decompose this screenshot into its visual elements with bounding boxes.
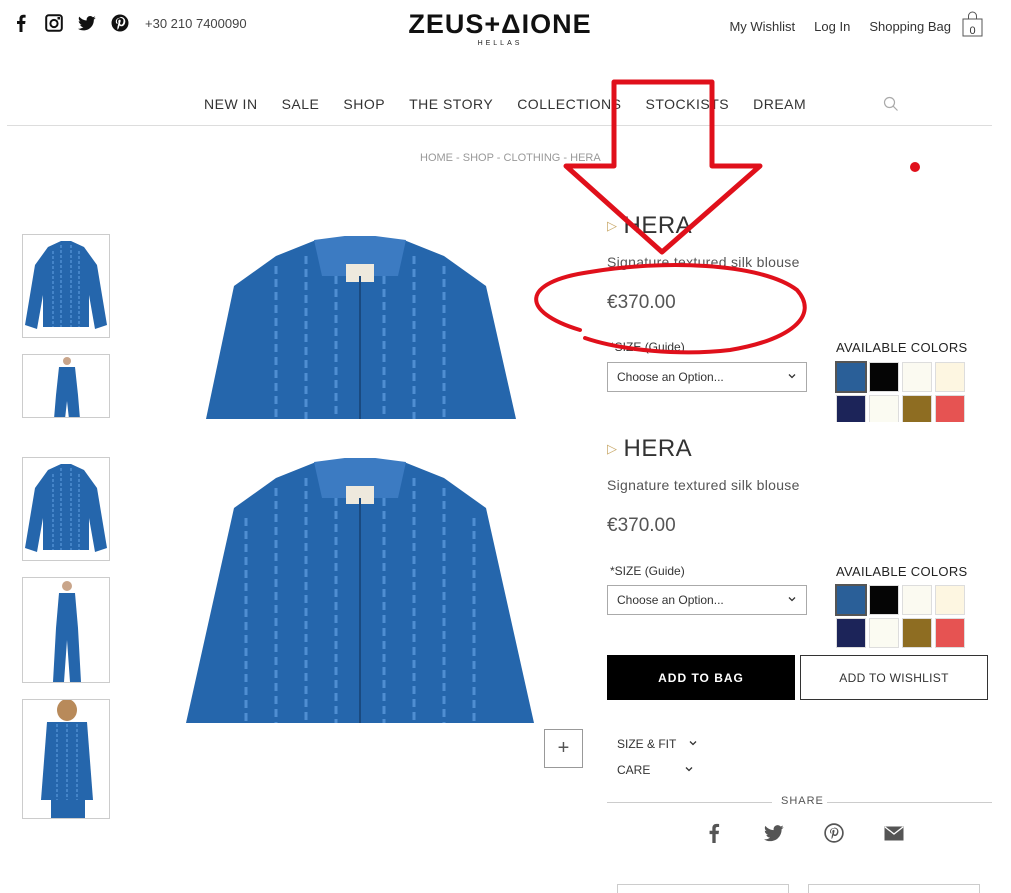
bag-count: 0 [969,25,976,37]
size-label-text: *SIZE [610,564,645,578]
breadcrumb[interactable]: HOME - SHOP - CLOTHING - HERA [420,152,601,164]
size-label: *SIZE (Guide) [610,564,685,578]
size-guide-link[interactable]: (Guide) [645,564,685,578]
main-nav: NEW IN SALE SHOP THE STORY COLLECTIONS S… [204,96,830,112]
color-swatch[interactable] [902,585,932,615]
size-label-upper: *SIZE (Guide) [610,340,685,354]
color-swatch[interactable] [935,362,965,392]
share-icons [701,820,941,846]
accordion-care[interactable]: CARE [617,763,694,777]
size-select-value: Choose an Option... [617,370,724,384]
logo-wordmark: ZEUS+ΔIONE [408,9,592,39]
email-icon[interactable] [881,820,907,846]
nav-item-shop[interactable]: SHOP [343,96,385,112]
play-triangle-icon: ▷ [607,218,618,233]
product-title-text: HERA [623,435,693,462]
social-links: +30 210 7400090 [10,13,247,33]
add-to-wishlist-button[interactable]: ADD TO WISHLIST [800,655,988,700]
product-title-text: HERA [623,212,693,239]
product-description: Signature textured silk blouse [607,477,800,493]
phone-number[interactable]: +30 210 7400090 [145,16,247,31]
shopping-bag-icon[interactable]: 0 [961,11,984,37]
colors-label-upper: AVAILABLE COLORS [836,340,968,355]
facebook-icon[interactable] [701,820,727,846]
share-label: SHARE [781,795,824,807]
product-info: ▷ HERA Signature textured silk blouse €3… [607,435,997,650]
chevron-down-icon [787,370,797,384]
color-swatch[interactable] [902,618,932,648]
size-select-upper[interactable]: Choose an Option... [607,362,807,392]
product-info-upper: ▷ HERA Signature textured silk blouse €3… [607,212,997,422]
thumbnail-model-full[interactable] [22,354,110,418]
nav-item-new-in[interactable]: NEW IN [204,96,258,112]
color-swatch[interactable] [869,585,899,615]
twitter-icon[interactable] [761,820,787,846]
login-link[interactable]: Log In [814,19,850,34]
color-swatch[interactable] [835,361,867,393]
chevron-down-icon [787,593,797,607]
accordion-care-label: CARE [617,763,651,777]
accordion-size-fit-label: SIZE & FIT [617,737,677,751]
nav-item-dream[interactable]: DREAM [753,96,806,112]
accordion-size-fit[interactable]: SIZE & FIT [617,737,698,751]
chevron-down-icon [684,763,694,777]
facebook-icon[interactable] [10,13,32,33]
thumbnail-front[interactable] [22,234,110,338]
pinterest-icon[interactable] [821,820,847,846]
size-select[interactable]: Choose an Option... [607,585,807,615]
chevron-down-icon [688,737,698,751]
color-swatch[interactable] [935,618,965,648]
color-swatch[interactable] [835,584,867,616]
thumbnail-model-back[interactable] [22,699,110,819]
color-swatch[interactable] [902,395,932,422]
thumbnail-front-2[interactable] [22,457,110,561]
bottom-panel-right [808,884,980,893]
share-divider-left [607,802,772,803]
brand-logo[interactable]: ZEUS+ΔIONE HELLAS [404,10,596,47]
twitter-icon[interactable] [76,13,98,33]
color-swatch[interactable] [902,362,932,392]
color-swatches-upper [835,361,976,422]
size-label-text: *SIZE [610,340,645,354]
nav-item-sale[interactable]: SALE [282,96,320,112]
product-title-upper: ▷ HERA [607,212,997,240]
search-icon[interactable] [883,96,899,117]
product-image-main[interactable] [186,458,534,723]
zoom-button[interactable]: + [544,729,583,768]
color-swatch[interactable] [836,395,866,422]
nav-item-collections[interactable]: COLLECTIONS [517,96,621,112]
product-image-cropped[interactable] [186,236,534,419]
product-price-upper: €370.00 [607,292,676,313]
color-swatch[interactable] [869,618,899,648]
thumbnail-model-full-2[interactable] [22,577,110,683]
product-price: €370.00 [607,515,676,536]
size-select-value: Choose an Option... [617,593,724,607]
logo-subtitle: HELLAS [477,40,523,47]
pinterest-icon[interactable] [109,13,131,33]
instagram-icon[interactable] [43,13,65,33]
share-row: SHARE [607,795,992,809]
color-swatch[interactable] [935,395,965,422]
color-swatches [835,584,976,648]
product-title: ▷ HERA [607,435,997,463]
bottom-panel-left [617,884,789,893]
annotation-dot [910,162,920,172]
account-links: My Wishlist Log In Shopping Bag [710,19,951,34]
product-description-upper: Signature textured silk blouse [607,254,800,270]
add-to-bag-button[interactable]: ADD TO BAG [607,655,795,700]
color-swatch[interactable] [869,395,899,422]
nav-item-the-story[interactable]: THE STORY [409,96,493,112]
size-guide-link[interactable]: (Guide) [645,340,685,354]
colors-label: AVAILABLE COLORS [836,564,968,579]
color-swatch[interactable] [836,618,866,648]
nav-divider [7,125,992,126]
shopping-bag-link[interactable]: Shopping Bag [869,19,951,34]
color-swatch[interactable] [869,362,899,392]
nav-item-stockists[interactable]: STOCKISTS [646,96,730,112]
color-swatch[interactable] [935,585,965,615]
play-triangle-icon: ▷ [607,441,618,456]
wishlist-link[interactable]: My Wishlist [729,19,795,34]
share-divider-right [827,802,992,803]
